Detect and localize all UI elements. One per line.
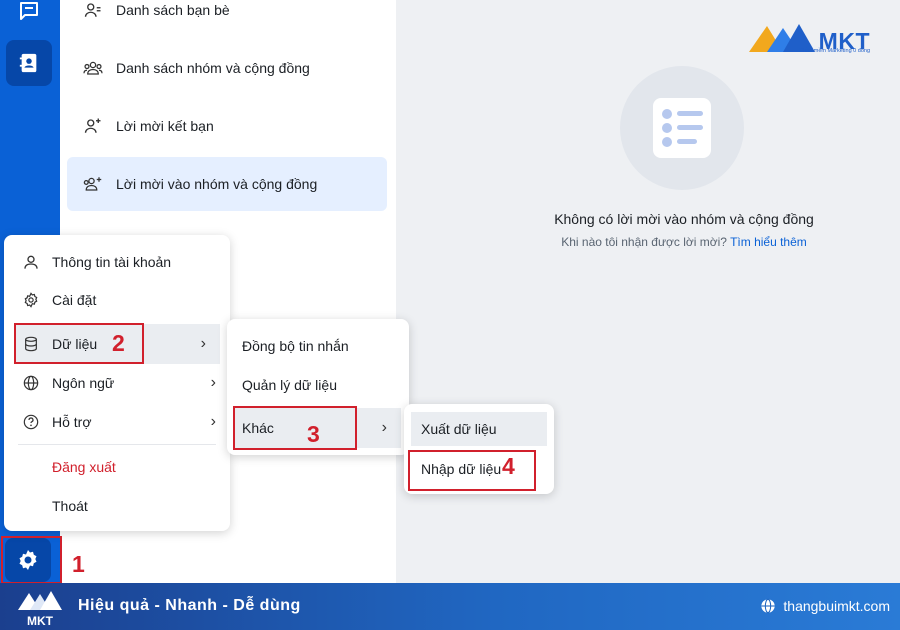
menu-language[interactable]: Ngôn ngữ › [4, 366, 230, 400]
menu-label: Cài đặt [52, 292, 97, 308]
chevron-right-icon: › [210, 413, 216, 430]
annotation-number-3: 3 [307, 421, 320, 447]
mkt-logo: MKT Phần mềm Marketing 0 đồng [748, 22, 870, 54]
footer-banner: MKT Hiệu quả - Nhanh - Dễ dùng thangbuim… [0, 583, 900, 630]
nav-groups-list[interactable]: Danh sách nhóm và cộng đồng [67, 41, 387, 95]
contact-book-icon [19, 53, 37, 73]
menu-manage-data[interactable]: Quản lý dữ liệu [227, 368, 409, 402]
nav-label: Lời mời vào nhóm và cộng đồng [116, 176, 318, 192]
help-icon [22, 413, 40, 431]
menu-quit[interactable]: Thoát [4, 489, 230, 523]
chevron-right-icon: › [200, 335, 206, 352]
settings-gear-button[interactable] [5, 538, 51, 582]
settings-menu: Thông tin tài khoản Cài đặt Dữ liệu › Ng… [4, 235, 230, 531]
nav-group-invites[interactable]: Lời mời vào nhóm và cộng đồng [67, 157, 387, 211]
annotation-number-2: 2 [112, 330, 125, 356]
nav-friends-list[interactable]: Danh sách bạn bè [67, 0, 387, 37]
footer-logo: MKT [18, 590, 62, 628]
annotation-number-4: 4 [502, 453, 515, 479]
main-panel: MKT Phần mềm Marketing 0 đồng Không có l… [396, 0, 900, 583]
globe-icon [22, 374, 40, 392]
menu-divider [18, 444, 216, 445]
empty-state-subtitle: Khi nào tôi nhận được lời mời? Tìm hiểu … [396, 235, 900, 249]
chevron-right-icon: › [210, 374, 216, 391]
menu-import-data[interactable]: Nhập dữ liệu [411, 452, 547, 486]
nav-label: Danh sách nhóm và cộng đồng [116, 60, 310, 76]
empty-illustration [620, 66, 744, 190]
messages-button[interactable]: 5 [6, 0, 52, 34]
document-list-icon [653, 98, 711, 158]
logo-tagline: Phần mềm Marketing 0 đồng [799, 48, 870, 54]
menu-label: Thông tin tài khoản [52, 254, 172, 270]
menu-label: Ngôn ngữ [52, 375, 115, 391]
nav-friend-requests[interactable]: Lời mời kết bạn [67, 99, 387, 153]
menu-label: Khác [242, 420, 274, 436]
menu-account-info[interactable]: Thông tin tài khoản [4, 245, 230, 279]
footer-logo-mark [18, 591, 62, 610]
menu-sync-messages[interactable]: Đồng bộ tin nhắn [227, 329, 409, 363]
footer-logo-text: MKT [27, 614, 53, 628]
footer-website-text: thangbuimkt.com [783, 598, 890, 614]
chevron-right-icon: › [381, 419, 387, 436]
nav-label: Danh sách bạn bè [116, 2, 230, 18]
other-submenu: Xuất dữ liệu Nhập dữ liệu [404, 404, 554, 494]
empty-state-question: Khi nào tôi nhận được lời mời? [561, 235, 727, 249]
group-icon [83, 58, 103, 78]
add-person-icon [83, 116, 103, 136]
database-icon [22, 335, 40, 353]
contacts-button[interactable] [6, 40, 52, 86]
menu-label: Dữ liệu [52, 336, 98, 352]
gear-outline-icon [22, 291, 40, 309]
chat-icon [20, 2, 38, 20]
learn-more-link[interactable]: Tìm hiểu thêm [730, 235, 807, 249]
person-list-icon [83, 0, 103, 20]
nav-label: Lời mời kết bạn [116, 118, 214, 134]
gear-icon [19, 550, 37, 570]
app-window: 5 Danh sách bạn bè Danh sách nhóm và cộn… [0, 0, 900, 630]
menu-logout[interactable]: Đăng xuất [4, 450, 230, 484]
footer-slogan: Hiệu quả - Nhanh - Dễ dùng [78, 597, 301, 614]
annotation-number-1: 1 [72, 551, 85, 577]
menu-label: Hỗ trợ [52, 414, 92, 430]
menu-support[interactable]: Hỗ trợ › [4, 405, 230, 439]
group-add-icon [83, 174, 103, 194]
menu-export-data[interactable]: Xuất dữ liệu [411, 412, 547, 446]
globe-icon [761, 598, 776, 614]
person-icon [22, 253, 40, 271]
menu-settings[interactable]: Cài đặt [4, 283, 230, 317]
footer-website: thangbuimkt.com [760, 598, 890, 614]
empty-state-title: Không có lời mời vào nhóm và cộng đồng [554, 211, 814, 227]
